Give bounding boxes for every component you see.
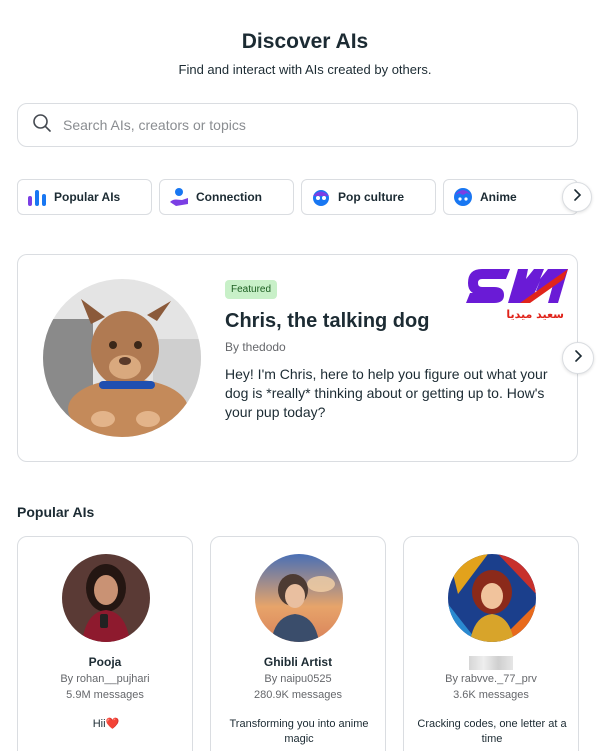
ai-name: Pooja [88, 655, 122, 669]
chip-connection[interactable]: Connection [159, 179, 294, 215]
chip-label: Popular AIs [54, 190, 121, 204]
chip-label: Connection [196, 190, 262, 204]
ai-message-count: 280.9K messages [253, 689, 343, 701]
connection-icon [168, 186, 190, 208]
chips-next-button[interactable] [562, 182, 592, 212]
chip-label: Anime [480, 190, 517, 204]
ai-name-redacted [404, 655, 578, 670]
featured-ai-name: Chris, the talking dog [225, 310, 430, 332]
pop-culture-icon [310, 186, 332, 208]
popular-section-title: Popular AIs [17, 504, 95, 520]
featured-avatar [43, 279, 201, 437]
featured-card[interactable]: Featured Chris, the talking dog By thedo… [17, 254, 578, 462]
chip-label: Pop culture [338, 190, 405, 204]
ai-card-cipher[interactable]: By rabvve._77_prv 3.6K messages Cracking… [403, 536, 579, 751]
featured-badge: Featured [225, 280, 278, 299]
featured-next-button[interactable] [562, 342, 594, 374]
ai-description: Hii❤️ [92, 718, 120, 730]
ai-creator[interactable]: By rabvve._77_prv [404, 673, 578, 685]
ai-creator[interactable]: By naipu0525 [211, 673, 385, 685]
page-title: Discover AIs [241, 30, 369, 53]
ai-avatar [448, 554, 536, 642]
search-icon [32, 113, 52, 138]
ai-name: Ghibli Artist [263, 655, 333, 669]
ai-description: Cracking codes, one letter at a time [417, 718, 567, 745]
ai-message-count: 5.9M messages [66, 689, 144, 701]
search-bar[interactable] [17, 103, 578, 147]
ai-card-pooja[interactable]: Pooja By rohan__pujhari 5.9M messages Hi… [17, 536, 193, 751]
ai-avatar [255, 554, 343, 642]
watermark-logo: سعيد ميديا [464, 265, 570, 321]
ai-creator[interactable]: By rohan__pujhari [18, 673, 192, 685]
featured-ai-creator[interactable]: By thedodo [225, 340, 286, 354]
chevron-right-icon [573, 349, 583, 367]
anime-icon [452, 186, 474, 208]
category-chips: Popular AIs Connection Pop culture Anime [17, 179, 578, 215]
ai-card-ghibli-artist[interactable]: Ghibli Artist By naipu0525 280.9K messag… [210, 536, 386, 751]
ai-avatar [62, 554, 150, 642]
redacted-name-blur [469, 655, 513, 670]
page-subtitle: Find and interact with AIs created by ot… [178, 62, 432, 77]
ai-message-count: 3.6K messages [453, 689, 529, 701]
chip-pop-culture[interactable]: Pop culture [301, 179, 436, 215]
ai-description: Transforming you into anime magic [229, 718, 369, 745]
chevron-right-icon [572, 188, 582, 206]
bar-chart-icon [26, 186, 48, 208]
watermark-text: سعيد ميديا [506, 308, 564, 321]
chip-anime[interactable]: Anime [443, 179, 578, 215]
chip-popular-ais[interactable]: Popular AIs [17, 179, 152, 215]
search-input[interactable] [63, 117, 543, 133]
featured-ai-description: Hey! I'm Chris, here to help you figure … [225, 366, 548, 420]
